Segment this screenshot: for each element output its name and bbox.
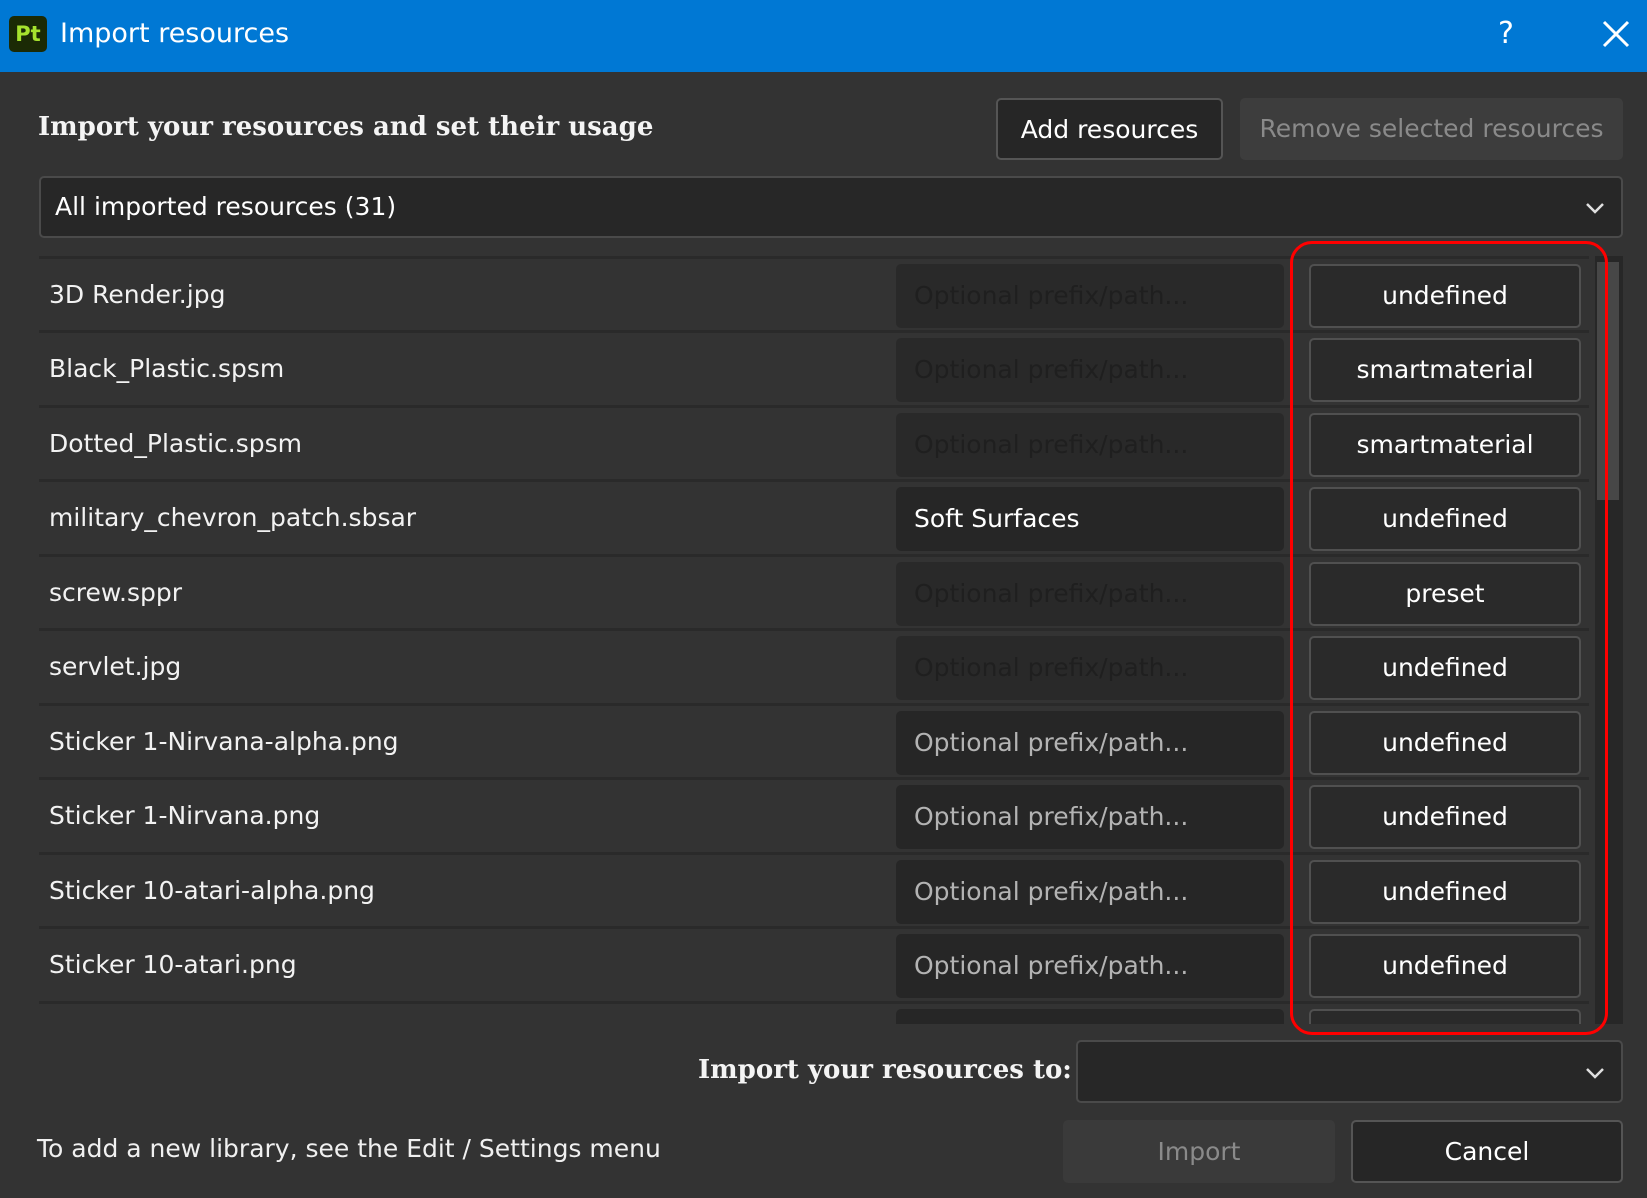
resource-name: Sticker 10-atari-alpha.png [49, 875, 375, 905]
resource-row[interactable]: Black_Plastic.spsm Optional prefix/path..… [39, 330, 1589, 405]
prefix-path-field[interactable]: Optional prefix/path... [896, 859, 1284, 924]
destination-label: Import your resources to: [698, 1055, 1072, 1085]
section-heading: Import your resources and set their usag… [38, 112, 654, 142]
remove-selected-resources-button[interactable]: Remove selected resources [1240, 98, 1623, 160]
close-button[interactable] [1594, 12, 1638, 56]
resource-filter-value: All imported resources (31) [55, 192, 397, 221]
close-icon [1602, 20, 1630, 48]
chevron-down-icon [1586, 1068, 1604, 1079]
prefix-path-field[interactable]: Optional prefix/path... [896, 785, 1284, 850]
help-button[interactable]: ? [1486, 14, 1526, 54]
library-settings-hint: To add a new library, see the Edit / Set… [37, 1134, 661, 1163]
resource-name: Black_Plastic.spsm [49, 354, 285, 384]
resource-name: Sticker 1-Nirvana-alpha.png [49, 726, 399, 756]
import-button[interactable]: Import [1063, 1120, 1335, 1183]
prefix-path-field[interactable]: Optional prefix/path... [896, 412, 1284, 477]
resource-row[interactable]: Dotted_Plastic.spsm Optional prefix/path.… [39, 404, 1589, 480]
resource-name: military_chevron_patch.sbsar [49, 503, 417, 533]
prefix-path-field[interactable]: Optional prefix/path... [896, 338, 1284, 403]
resource-row[interactable]: Sticker 10-atari.png Optional prefix/path… [39, 926, 1589, 1001]
usage-dropdown-button[interactable]: undefined [1309, 934, 1581, 999]
usage-dropdown-button[interactable]: undefined [1309, 636, 1581, 701]
resource-row[interactable]: Sticker 1-Nirvana.png Optional prefix/pat… [39, 777, 1589, 852]
resource-row[interactable]: military_chevron_patch.sbsar Soft Surface… [39, 479, 1589, 554]
prefix-path-field[interactable]: Soft Surfaces [896, 487, 1284, 552]
usage-dropdown-button[interactable]: undefined [1309, 264, 1581, 328]
prefix-path-field[interactable]: Optional prefix/path... [896, 636, 1284, 701]
resource-row[interactable]: Sticker 1-Nirvana-alpha.png Optional pref… [39, 702, 1589, 778]
resource-list-scrollbar[interactable] [1595, 256, 1623, 1024]
usage-dropdown-button[interactable]: smartmaterial [1309, 338, 1581, 403]
prefix-path-field[interactable] [896, 1008, 1284, 1024]
prefix-path-field[interactable]: Optional prefix/path... [896, 561, 1284, 626]
resource-row[interactable]: Sticker 10-atari-alpha.png Optional prefi… [39, 851, 1589, 927]
resource-row[interactable] [39, 1000, 1589, 1024]
resource-name: Sticker 10-atari.png [49, 950, 297, 980]
resource-filter-dropdown[interactable]: All imported resources (31) [39, 176, 1623, 238]
usage-dropdown-button[interactable]: smartmaterial [1309, 412, 1581, 477]
usage-dropdown-button[interactable]: undefined [1309, 859, 1581, 924]
window-title: Import resources [60, 18, 290, 49]
resource-name: Dotted_Plastic.spsm [49, 428, 302, 458]
prefix-path-field[interactable]: Optional prefix/path... [896, 934, 1284, 999]
resource-list: 3D Render.jpg Optional prefix/path... unde… [39, 256, 1623, 1024]
usage-dropdown-button[interactable]: undefined [1309, 785, 1581, 850]
chevron-down-icon [1586, 203, 1604, 214]
usage-dropdown-button[interactable]: undefined [1309, 487, 1581, 552]
app-logo-icon: Pt [9, 16, 47, 52]
usage-dropdown-button[interactable] [1309, 1008, 1581, 1024]
prefix-path-field[interactable]: Optional prefix/path... [896, 264, 1284, 328]
resource-row[interactable]: screw.sppr Optional prefix/path... preset [39, 553, 1589, 629]
resource-row[interactable]: servlet.jpg Optional prefix/path... undefi… [39, 628, 1589, 703]
title-bar: Pt Import resources ? [0, 0, 1647, 72]
usage-dropdown-button[interactable]: undefined [1309, 710, 1581, 775]
resource-name: screw.sppr [49, 577, 183, 607]
prefix-path-field[interactable]: Optional prefix/path... [896, 710, 1284, 775]
cancel-button[interactable]: Cancel [1351, 1120, 1623, 1183]
resource-row[interactable]: 3D Render.jpg Optional prefix/path... unde… [39, 256, 1589, 331]
resource-name: Sticker 1-Nirvana.png [49, 801, 321, 831]
resource-name: 3D Render.jpg [49, 280, 226, 309]
add-resources-button[interactable]: Add resources [996, 98, 1223, 160]
usage-dropdown-button[interactable]: preset [1309, 561, 1581, 626]
destination-library-dropdown[interactable] [1076, 1040, 1623, 1103]
resource-name: servlet.jpg [49, 652, 182, 682]
scrollbar-thumb[interactable] [1597, 262, 1619, 501]
